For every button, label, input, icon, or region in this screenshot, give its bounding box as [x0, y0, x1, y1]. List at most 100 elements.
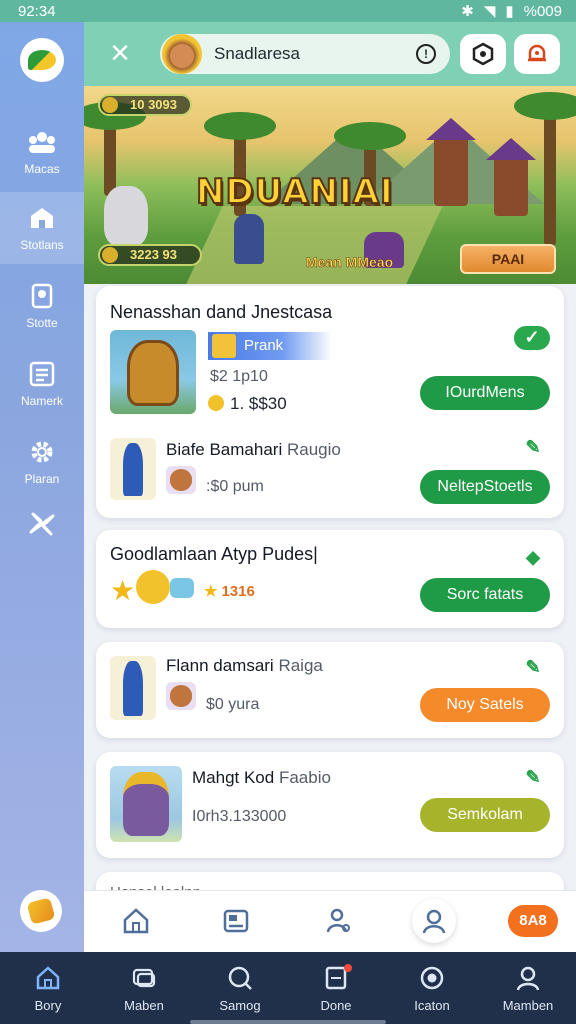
search-icon — [228, 966, 252, 990]
nav-item-mamben[interactable]: Mamben — [480, 952, 576, 1024]
help-button[interactable]: NeltepStoetls — [420, 470, 550, 504]
home-indicator[interactable] — [190, 1020, 386, 1024]
tray-badge[interactable]: 8A8 — [508, 905, 558, 937]
sidebar-item-label: Plaran — [24, 472, 60, 486]
star-icon: ★ — [204, 583, 218, 600]
open-menu-button[interactable]: IOurdMens — [420, 376, 550, 410]
edit-icon[interactable]: ✎ — [522, 436, 544, 458]
search-button[interactable]: Semkolam — [420, 798, 550, 832]
layout-icon — [223, 909, 249, 933]
score-value: ★ 1316 — [204, 583, 255, 600]
sidebar-item-label: Namerk — [20, 394, 63, 408]
nav-item-maben[interactable]: Maben — [96, 952, 192, 1024]
pin-icon — [31, 283, 53, 309]
shop-icon — [31, 208, 53, 228]
user-icon — [516, 966, 540, 990]
search-text: Snadlaresa — [214, 44, 301, 63]
game-banner[interactable]: 10 3093 3223 93 NDUANIAI Mean MMeao PAAI — [84, 86, 576, 284]
action-tray: 8A8 — [84, 890, 576, 952]
edit-icon[interactable]: ✎ — [522, 656, 544, 678]
hexagon-settings-icon — [472, 42, 494, 66]
face-thumbnail — [166, 682, 196, 710]
row-title: Flann damsari Raiga — [166, 656, 323, 675]
card-title: Nenasshan dand Jnestcasa — [110, 302, 333, 322]
tray-home-button[interactable] — [116, 903, 156, 939]
score-card: Goodlamlaan Atyp Pudes| ◆ ★ ★ 1316 Sorc f… — [96, 530, 564, 628]
edit-icon[interactable]: ✎ — [522, 766, 544, 788]
sidebar-item-stotte[interactable]: Stotte — [0, 270, 84, 342]
item-price: $2 1p10 — [210, 368, 268, 385]
row-meta: I0rh3.133000 — [192, 808, 287, 825]
tower-building — [486, 138, 536, 216]
nav-label: Samog — [219, 997, 261, 1013]
notification-button[interactable] — [514, 34, 560, 74]
palm-tree — [514, 92, 576, 246]
notification-dot — [344, 964, 352, 972]
app-logo[interactable] — [20, 38, 64, 82]
tray-profile-button[interactable] — [412, 899, 456, 943]
achievement-badge[interactable] — [20, 890, 62, 932]
pinwheel-icon — [29, 512, 55, 536]
nav-item-done[interactable]: Done — [288, 952, 384, 1024]
tray-people-button[interactable] — [318, 903, 358, 939]
sticker-icon — [170, 578, 194, 598]
field-scenery — [185, 206, 443, 284]
card-title: Goodlamlaan Atyp Pudes| — [110, 544, 318, 564]
nav-label: Maben — [124, 997, 164, 1013]
nav-label: Bory — [34, 997, 62, 1013]
profile-icon — [422, 909, 446, 934]
wifi-icon: ◥ — [483, 3, 496, 20]
signal-icon: ▮ — [505, 3, 514, 20]
emoji-stickers: ★ — [110, 570, 200, 606]
sidebar-item-stotlans[interactable]: Stotlans — [0, 192, 84, 264]
search-field[interactable]: Snadlaresa ! — [160, 34, 450, 74]
gem-icon — [102, 247, 118, 263]
sidebar-item-label: Stotlans — [20, 238, 64, 252]
coin-icon — [208, 395, 224, 411]
logo-mark-icon — [28, 50, 56, 70]
avatar[interactable] — [162, 34, 202, 74]
soldier-thumbnail[interactable] — [110, 656, 156, 720]
tower-building — [426, 118, 476, 206]
row-title: Mahgt Kod Faabio — [192, 768, 331, 787]
star-icon: ★ — [110, 575, 136, 606]
sidebar-item-macas[interactable]: Macas — [0, 116, 84, 188]
banner-title: NDUANIAI — [195, 171, 394, 213]
cards-icon — [132, 968, 156, 987]
nav-item-bory[interactable]: Bory — [0, 952, 96, 1024]
nav-label: Done — [320, 997, 352, 1013]
rank-avatar-icon — [212, 334, 236, 358]
sidebar-item-label: Macas — [24, 162, 60, 176]
settings-button[interactable] — [460, 34, 506, 74]
tray-layout-button[interactable] — [216, 903, 256, 939]
close-button[interactable]: × — [104, 36, 136, 70]
warrior-thumbnail[interactable] — [110, 766, 182, 842]
soldier-thumbnail[interactable] — [110, 438, 156, 500]
nav-item-icaton[interactable]: Icaton — [384, 952, 480, 1024]
wolf-character — [104, 186, 148, 246]
buy-button[interactable]: Noy Satels — [420, 688, 550, 722]
close-icon: × — [110, 34, 130, 72]
row-meta: :$0 pum — [206, 478, 264, 495]
info-icon[interactable]: ! — [416, 44, 436, 64]
group-icon — [29, 132, 55, 153]
play-button[interactable]: PAAI — [460, 244, 556, 274]
tag-icon[interactable]: ◆ — [522, 546, 544, 568]
sidebar: Macas Stotlans Stotte Namerk Plaran — [0, 22, 84, 952]
sort-button[interactable]: Sorc fatats — [420, 578, 550, 612]
nav-label: Icaton — [414, 997, 450, 1013]
home-icon — [36, 965, 60, 989]
list-item: Mahgt Kod Faabio ✎ I0rh3.133000 Semkolam — [96, 752, 564, 858]
knight-thumbnail[interactable] — [110, 330, 196, 414]
sidebar-item-namerk[interactable]: Namerk — [0, 348, 84, 420]
bell-icon — [528, 44, 546, 62]
nav-item-samog[interactable]: Samog — [192, 952, 288, 1024]
row-meta: $0 yura — [206, 696, 260, 713]
top-bar: × Snadlaresa ! — [84, 22, 576, 86]
gear-icon — [31, 441, 53, 463]
list-icon — [29, 361, 55, 387]
sidebar-item-pinwheel[interactable] — [0, 488, 84, 560]
check-icon[interactable]: ✓ — [514, 326, 550, 350]
coin-icon — [102, 97, 118, 113]
bluetooth-icon: ✱ — [461, 3, 474, 20]
